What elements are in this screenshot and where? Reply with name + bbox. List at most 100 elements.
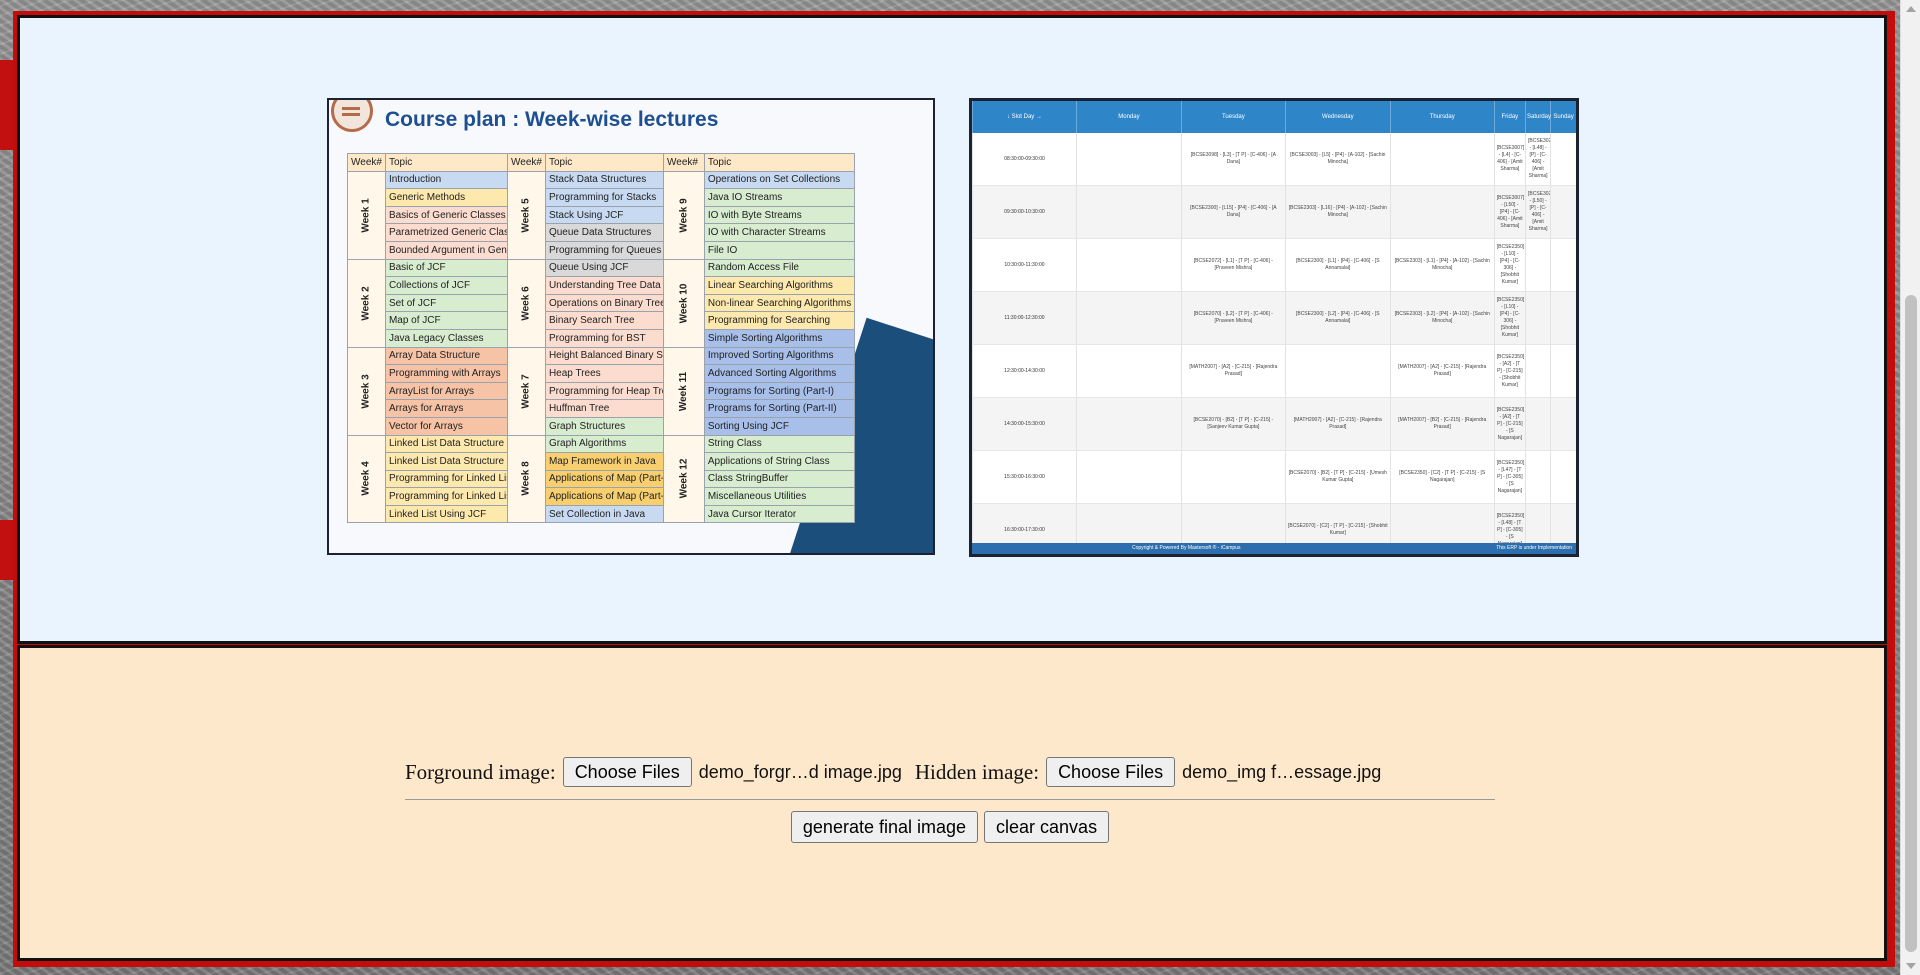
timetable-cell: [BCSE3007] - [L4] - [C-406] - [Amit Shar… <box>1493 133 1526 186</box>
week-label: Week 9 <box>663 170 705 260</box>
topic-cell: File IO <box>703 240 856 260</box>
clear-canvas-button[interactable]: clear canvas <box>984 811 1110 843</box>
timetable-cell: [BCSE2350] - [A2] - [T P] - [C-215] - [S… <box>1493 397 1526 451</box>
timetable-cell <box>1075 238 1182 292</box>
week-label: Week 11 <box>663 346 705 436</box>
timetable-cell: [MATH2007] - [A2] - [C-215] - [Rajendra … <box>1284 397 1391 451</box>
week-header: Week# <box>663 153 705 172</box>
timetable-cell: [BCSE2350] - [C2] - [T P] - [C-215] - [S… <box>1389 450 1495 504</box>
footer-copyright: Copyright & Powered By Mastersoft ® - iC… <box>1132 545 1241 551</box>
foreground-image-preview: Course plan : Week-wise lectures Week# To… <box>327 98 935 555</box>
week-header: Week# <box>347 153 386 172</box>
topic-cell: Class StringBuffer <box>703 469 856 489</box>
timetable-cell <box>1075 133 1182 186</box>
timetable-cell <box>1550 450 1576 504</box>
hidden-image-label: Hidden image: <box>914 759 1040 784</box>
timetable-cell: [BCSE2350] - [L10] - [P4] - [C-306] - [S… <box>1493 238 1526 292</box>
topic-cell: Programs for Sorting (Part-II) <box>703 399 856 418</box>
timetable-cell <box>1550 397 1576 451</box>
course-plan-row: Week 11 Improved Sorting Algorithms <box>663 346 856 436</box>
topic-cell: Improved Sorting Algorithms <box>703 346 856 366</box>
timetable-cell: [BCSE2350] - [L10] - [P4] - [C-306] - [S… <box>1493 291 1526 345</box>
scroll-up-arrow-icon[interactable] <box>1906 6 1916 12</box>
timetable-cell: [BCSE2300] - [L2] - [P4] - [C-406] - [S … <box>1284 291 1391 345</box>
topic-cell: Miscellaneous Utilities <box>703 487 856 506</box>
timetable-cell: [BCSE3020] - [L50] - [P] - [C-406] - [Am… <box>1524 185 1551 239</box>
timetable-slot-cell: 11:30:00-12:30:00 <box>972 291 1077 345</box>
timetable-header-cell: ↓ Slot Day → <box>972 101 1077 133</box>
topic-cell: Linear Searching Algorithms <box>703 276 856 295</box>
hidden-choose-files-button[interactable]: Choose Files <box>1046 757 1176 787</box>
timetable-cell: [BCSE2303] - [L2] - [P4] - [A-102] - [Sa… <box>1389 291 1495 345</box>
course-logo-icon <box>331 100 373 132</box>
topic-cell: Operations on Set Collections <box>703 170 856 190</box>
week-label: Week 6 <box>507 258 546 348</box>
timetable-cell <box>1550 133 1576 186</box>
foreground-choose-files-button[interactable]: Choose Files <box>562 757 692 787</box>
scroll-down-arrow-icon[interactable] <box>1906 963 1916 969</box>
timetable-cell <box>1524 450 1551 504</box>
topic-cell: String Class <box>703 434 856 454</box>
timetable-cell <box>1075 291 1182 345</box>
week-label: Week 1 <box>347 170 386 260</box>
timetable-cell <box>1550 238 1576 292</box>
timetable-cell <box>1180 450 1286 504</box>
topic-cell: Java Cursor Iterator <box>703 504 856 524</box>
footer-notice: This ERP is under Implementation <box>1496 545 1572 551</box>
timetable-header-cell: Friday <box>1493 101 1526 133</box>
topic-cell: Programs for Sorting (Part-I) <box>703 381 856 401</box>
topic-cell: IO with Character Streams <box>703 223 856 242</box>
timetable-cell <box>1389 185 1495 239</box>
topic-cell: Advanced Sorting Algorithms <box>703 364 856 383</box>
vertical-scrollbar[interactable] <box>1900 0 1920 975</box>
timetable-cell <box>1550 185 1576 239</box>
topic-cell: Programming for Searching <box>703 311 856 330</box>
week-label: Week 4 <box>347 434 386 524</box>
file-inputs-row: Forground image: Choose Files demo_forgr… <box>405 756 1495 788</box>
timetable-cell <box>1075 185 1182 239</box>
scrollbar-thumb[interactable] <box>1905 295 1917 952</box>
timetable-row: 09:30:00-10:30:00 [BCSE2300] - [L15] - [P… <box>972 185 1576 239</box>
timetable-cell: [BCSE2300] - [L15] - [P4] - [C-406] - [A… <box>1180 185 1286 239</box>
timetable-cell <box>1550 344 1576 398</box>
timetable-footer: Copyright & Powered By Mastersoft ® - iC… <box>972 543 1576 554</box>
timetable-cell <box>1075 450 1182 504</box>
timetable-header-cell: Thursday <box>1389 101 1495 133</box>
timetable-cell: [BCSE3020] - [L48] - [P] - [C-406] - [Am… <box>1524 133 1551 186</box>
week-label: Week 5 <box>507 170 546 260</box>
timetable-cell <box>1524 291 1551 345</box>
course-plan-row: Week 9 Operations on Set Collections <box>663 170 856 260</box>
timetable-row: 08:30:00-09:30:00 [BCSE3098] - [L3] - [T … <box>972 133 1576 186</box>
timetable-cell: [BCSE3007] - [L50] - [P4] - [C-406] - [A… <box>1493 185 1526 239</box>
timetable-row: 14:30:00-15:30:00 [BCSE2070] - [B2] - [T … <box>972 397 1576 451</box>
topic-cell: IO with Byte Streams <box>703 205 856 225</box>
timetable-cell: [BCSE2303] - [L16] - [P4] - [A-102] - [S… <box>1284 185 1391 239</box>
timetable-cell: [BCSE2350] - [L47] - [T P] - [C-305] - [… <box>1493 450 1526 504</box>
timetable-cell <box>1389 133 1495 186</box>
timetable-cell <box>1075 397 1182 451</box>
timetable-cell: [BCSE2070] - [B2] - [T P] - [C-215] - [S… <box>1180 397 1286 451</box>
topic-cell: Non-linear Searching Algorithms <box>703 293 856 313</box>
image-controls: Forground image: Choose Files demo_forgr… <box>405 756 1495 843</box>
foreground-file-name: demo_forgr…d image.jpg <box>698 761 902 782</box>
foreground-image-label: Forground image: <box>405 759 556 784</box>
timetable-cell: [BCSE2072] - [L1] - [T P] - [C-406] - [P… <box>1180 238 1286 292</box>
week-label: Week 10 <box>663 258 705 348</box>
generate-final-image-button[interactable]: generate final image <box>790 811 979 843</box>
topic-cell: Applications of String Class <box>703 452 856 471</box>
timetable-cell: [BCSE2070] - [B2] - [T P] - [C-215] - [U… <box>1284 450 1391 504</box>
topic-cell: Random Access File <box>703 258 856 278</box>
action-buttons-row: generate final image clear canvas <box>405 811 1495 843</box>
timetable-cell: [BCSE2070] - [L2] - [T P] - [C-406] - [P… <box>1180 291 1286 345</box>
timetable-row: 11:30:00-12:30:00 [BCSE2070] - [L2] - [T … <box>972 291 1576 345</box>
timetable-row: 15:30:00-16:30:00 [BCSE2070] - [B2] - [T … <box>972 450 1576 504</box>
timetable-slot-cell: 14:30:00-15:30:00 <box>972 397 1077 451</box>
timetable-slot-cell: 12:30:00-14:30:00 <box>972 344 1077 398</box>
timetable-cell: [BCSE3098] - [L3] - [T P] - [C-406] - [A… <box>1180 133 1286 186</box>
course-plan-row: Week 10 Random Access File <box>663 258 856 348</box>
timetable-row: 12:30:00-14:30:00 [MATH2007] - [A2] - [C-… <box>972 344 1576 398</box>
timetable-header-cell: Sunday <box>1550 101 1576 133</box>
timetable-header-cell: Wednesday <box>1284 101 1391 133</box>
divider <box>405 799 1495 800</box>
timetable-header-cell: Monday <box>1075 101 1182 133</box>
